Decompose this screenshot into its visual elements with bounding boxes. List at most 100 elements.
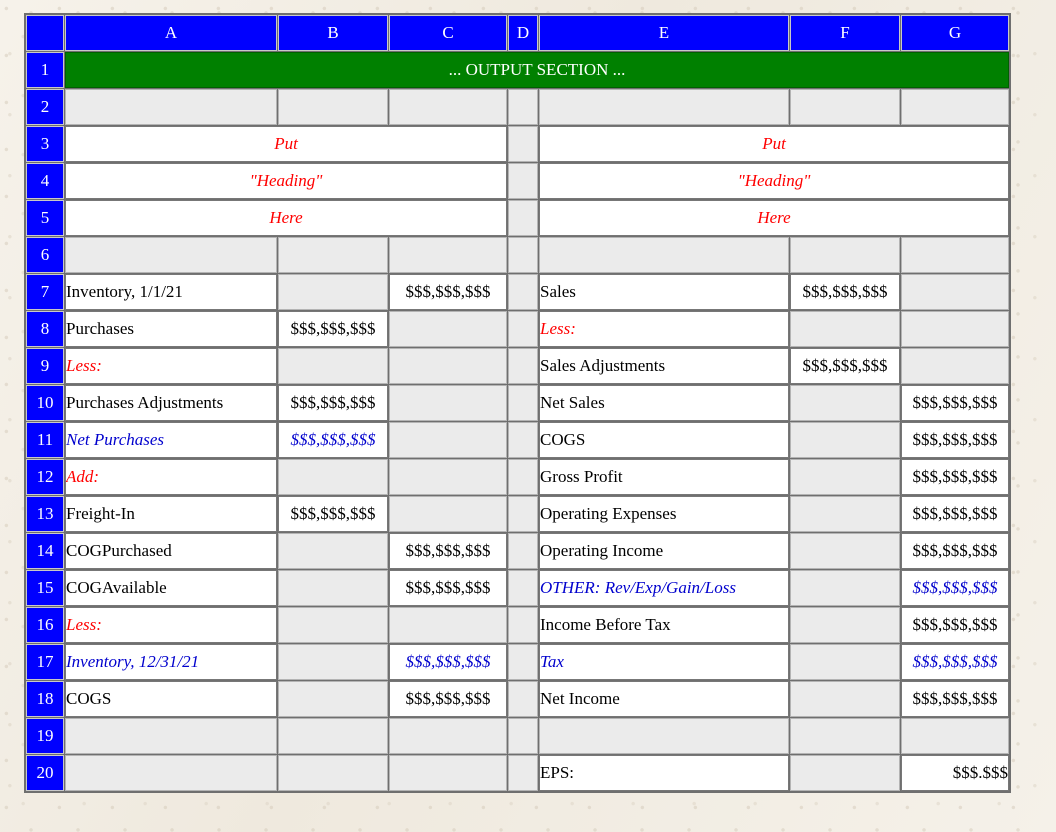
row-header-9[interactable]: 9 [26, 348, 64, 384]
cell-B20[interactable] [278, 755, 388, 791]
heading-placeholder-right-5[interactable]: Here [539, 200, 1009, 236]
cell-F17[interactable] [790, 644, 900, 680]
cell-D15[interactable] [508, 570, 538, 606]
heading-placeholder-right-4[interactable]: "Heading" [539, 163, 1009, 199]
row-header-17[interactable]: 17 [26, 644, 64, 680]
cell-F16[interactable] [790, 607, 900, 643]
heading-placeholder-left-3[interactable]: Put [65, 126, 507, 162]
heading-placeholder-left-4[interactable]: "Heading" [65, 163, 507, 199]
cell-C9[interactable] [389, 348, 507, 384]
cell-C2[interactable] [389, 89, 507, 125]
cell-E11[interactable]: COGS [539, 422, 789, 458]
row-header-15[interactable]: 15 [26, 570, 64, 606]
cell-D11[interactable] [508, 422, 538, 458]
cell-F18[interactable] [790, 681, 900, 717]
cell-A7[interactable]: Inventory, 1/1/21 [65, 274, 277, 310]
column-header-e[interactable]: E [539, 15, 789, 51]
cell-C8[interactable] [389, 311, 507, 347]
cell-F7[interactable]: $$$,$$$,$$$ [790, 274, 900, 310]
cell-E8[interactable]: Less: [539, 311, 789, 347]
cell-B17[interactable] [278, 644, 388, 680]
row-header-8[interactable]: 8 [26, 311, 64, 347]
cell-E7[interactable]: Sales [539, 274, 789, 310]
cell-F15[interactable] [790, 570, 900, 606]
cell-E15[interactable]: OTHER: Rev/Exp/Gain/Loss [539, 570, 789, 606]
cell-A2[interactable] [65, 89, 277, 125]
cell-B10[interactable]: $$$,$$$,$$$ [278, 385, 388, 421]
cell-A12[interactable]: Add: [65, 459, 277, 495]
cell-G6[interactable] [901, 237, 1009, 273]
cell-F12[interactable] [790, 459, 900, 495]
cell-A16[interactable]: Less: [65, 607, 277, 643]
cell-E2[interactable] [539, 89, 789, 125]
cell-C6[interactable] [389, 237, 507, 273]
row-header-14[interactable]: 14 [26, 533, 64, 569]
row-header-6[interactable]: 6 [26, 237, 64, 273]
cell-A10[interactable]: Purchases Adjustments [65, 385, 277, 421]
cell-B16[interactable] [278, 607, 388, 643]
column-header-g[interactable]: G [901, 15, 1009, 51]
column-header-b[interactable]: B [278, 15, 388, 51]
cell-G8[interactable] [901, 311, 1009, 347]
cell-A18[interactable]: COGS [65, 681, 277, 717]
cell-B9[interactable] [278, 348, 388, 384]
row-header-1[interactable]: 1 [26, 52, 64, 88]
cell-G13[interactable]: $$$,$$$,$$$ [901, 496, 1009, 532]
cell-E16[interactable]: Income Before Tax [539, 607, 789, 643]
cell-D17[interactable] [508, 644, 538, 680]
row-header-10[interactable]: 10 [26, 385, 64, 421]
cell-C10[interactable] [389, 385, 507, 421]
cell-F14[interactable] [790, 533, 900, 569]
cell-F13[interactable] [790, 496, 900, 532]
cell-B11[interactable]: $$$,$$$,$$$ [278, 422, 388, 458]
cell-C19[interactable] [389, 718, 507, 754]
cell-D12[interactable] [508, 459, 538, 495]
cell-G12[interactable]: $$$,$$$,$$$ [901, 459, 1009, 495]
cell-B8[interactable]: $$$,$$$,$$$ [278, 311, 388, 347]
cell-G17[interactable]: $$$,$$$,$$$ [901, 644, 1009, 680]
cell-C15[interactable]: $$$,$$$,$$$ [389, 570, 507, 606]
cell-B7[interactable] [278, 274, 388, 310]
cell-D9[interactable] [508, 348, 538, 384]
cell-E20[interactable]: EPS: [539, 755, 789, 791]
cell-C17[interactable]: $$$,$$$,$$$ [389, 644, 507, 680]
cell-G7[interactable] [901, 274, 1009, 310]
cell-E9[interactable]: Sales Adjustments [539, 348, 789, 384]
cell-D19[interactable] [508, 718, 538, 754]
cell-B15[interactable] [278, 570, 388, 606]
cell-A11[interactable]: Net Purchases [65, 422, 277, 458]
cell-D20[interactable] [508, 755, 538, 791]
row-header-19[interactable]: 19 [26, 718, 64, 754]
cell-D18[interactable] [508, 681, 538, 717]
cell-G16[interactable]: $$$,$$$,$$$ [901, 607, 1009, 643]
cell-C12[interactable] [389, 459, 507, 495]
row-header-7[interactable]: 7 [26, 274, 64, 310]
row-header-12[interactable]: 12 [26, 459, 64, 495]
cell-F10[interactable] [790, 385, 900, 421]
cell-B13[interactable]: $$$,$$$,$$$ [278, 496, 388, 532]
cell-B19[interactable] [278, 718, 388, 754]
cell-A9[interactable]: Less: [65, 348, 277, 384]
row-header-3[interactable]: 3 [26, 126, 64, 162]
cell-F19[interactable] [790, 718, 900, 754]
cell-C7[interactable]: $$$,$$$,$$$ [389, 274, 507, 310]
row-header-16[interactable]: 16 [26, 607, 64, 643]
cell-D13[interactable] [508, 496, 538, 532]
heading-placeholder-right-3[interactable]: Put [539, 126, 1009, 162]
row-header-2[interactable]: 2 [26, 89, 64, 125]
cell-G14[interactable]: $$$,$$$,$$$ [901, 533, 1009, 569]
cell-B14[interactable] [278, 533, 388, 569]
cell-D2[interactable] [508, 89, 538, 125]
cell-A6[interactable] [65, 237, 277, 273]
cell-A14[interactable]: COGPurchased [65, 533, 277, 569]
row-header-11[interactable]: 11 [26, 422, 64, 458]
cell-A19[interactable] [65, 718, 277, 754]
cell-C20[interactable] [389, 755, 507, 791]
row-header-18[interactable]: 18 [26, 681, 64, 717]
cell-G11[interactable]: $$$,$$$,$$$ [901, 422, 1009, 458]
row-header-5[interactable]: 5 [26, 200, 64, 236]
cell-A15[interactable]: COGAvailable [65, 570, 277, 606]
cell-C14[interactable]: $$$,$$$,$$$ [389, 533, 507, 569]
cell-E19[interactable] [539, 718, 789, 754]
cell-A17[interactable]: Inventory, 12/31/21 [65, 644, 277, 680]
